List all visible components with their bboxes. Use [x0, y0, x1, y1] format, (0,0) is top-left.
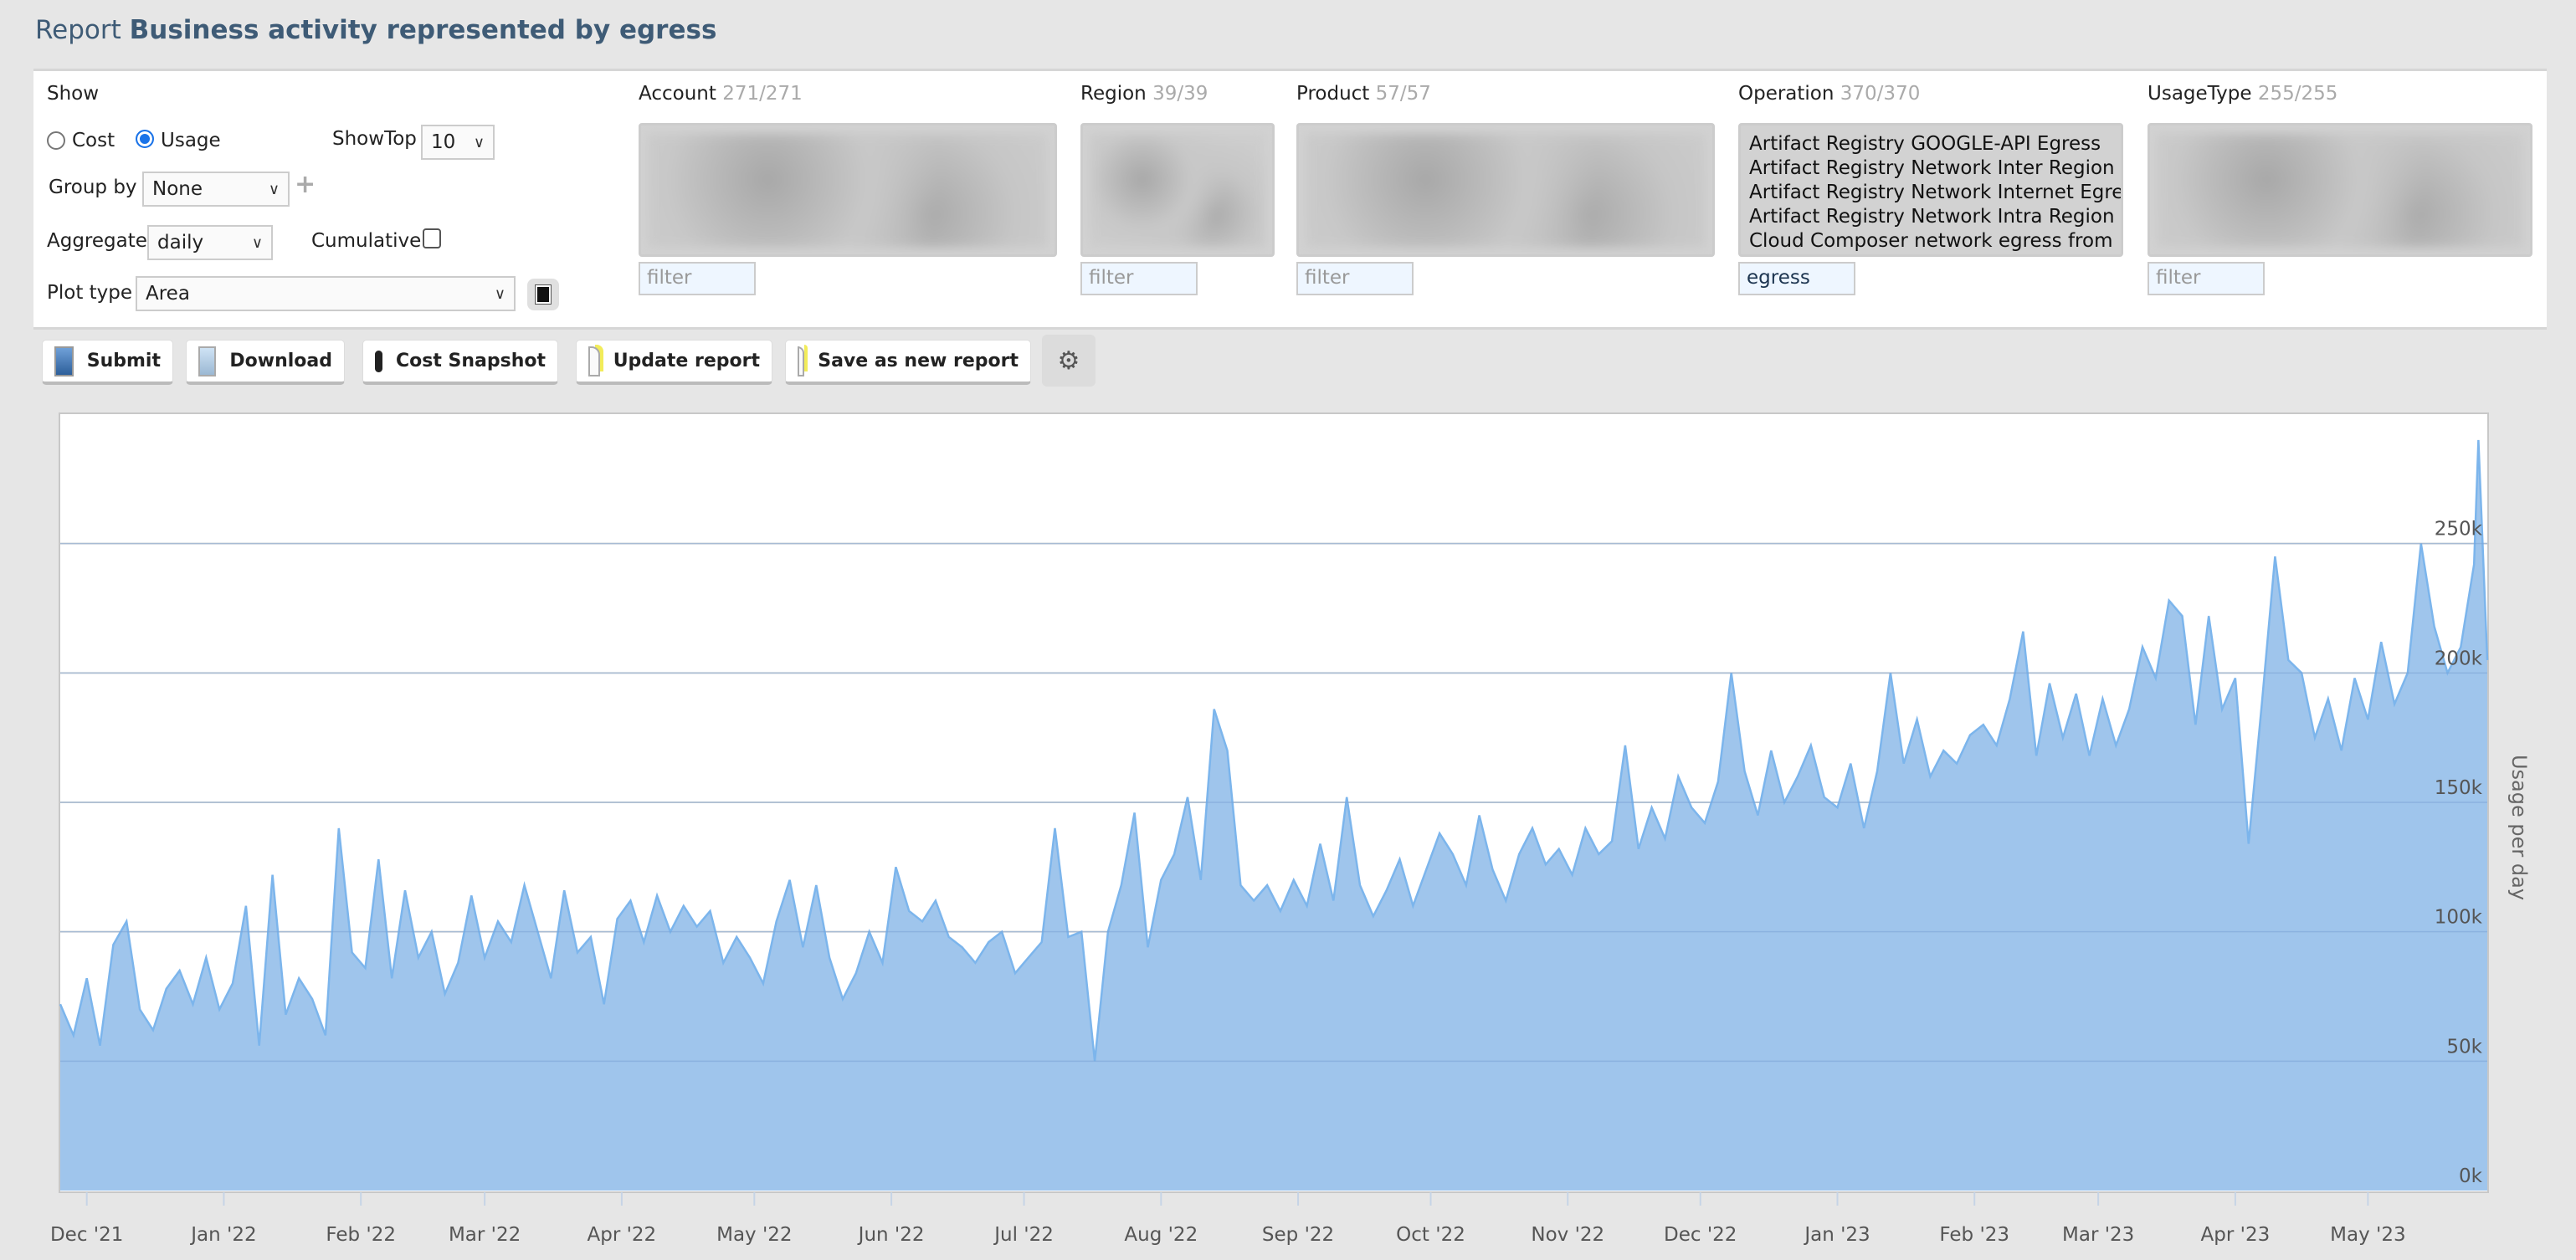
- x-tick-label: Sep '22: [1262, 1224, 1334, 1246]
- y-tick-label: 150k: [2435, 777, 2483, 799]
- y-tick-label: 50k: [2446, 1036, 2482, 1058]
- x-tick-label: Jun '22: [857, 1224, 925, 1246]
- x-tick-label: Aug '22: [1124, 1224, 1198, 1246]
- x-tick-label: Feb '23: [1939, 1224, 2009, 1246]
- area-fill: [60, 439, 2487, 1191]
- x-tick-label: Jan '22: [189, 1224, 256, 1246]
- x-tick-label: Dec '21: [50, 1224, 123, 1246]
- usage-area-chart: 0k 50k 100k 150k 200k 250k Dec '21 Jan '22 Feb '…: [50, 439, 2531, 1246]
- x-tick-label: May '22: [716, 1224, 792, 1246]
- x-tick-label: Dec '22: [1664, 1224, 1737, 1246]
- x-tick-label: Nov '22: [1531, 1224, 1604, 1246]
- x-tick-label: Oct '22: [1396, 1224, 1465, 1246]
- y-tick-label: 0k: [2459, 1165, 2483, 1187]
- y-axis-title: Usage per day: [2507, 755, 2531, 900]
- x-tick-label: Mar '23: [2062, 1224, 2134, 1246]
- y-tick-label: 100k: [2435, 907, 2483, 929]
- y-tick-label: 250k: [2435, 519, 2483, 540]
- x-tick-label: Apr '22: [588, 1224, 657, 1246]
- x-tick-label: Apr '23: [2201, 1224, 2271, 1246]
- x-tick-label: Jul '22: [993, 1224, 1054, 1246]
- x-tick-label: Feb '22: [326, 1224, 396, 1246]
- x-tick-label: May '23: [2330, 1224, 2405, 1246]
- x-tick-label: Jan '23: [1803, 1224, 1870, 1246]
- x-tick-label: Mar '22: [449, 1224, 521, 1246]
- y-tick-label: 200k: [2435, 648, 2483, 669]
